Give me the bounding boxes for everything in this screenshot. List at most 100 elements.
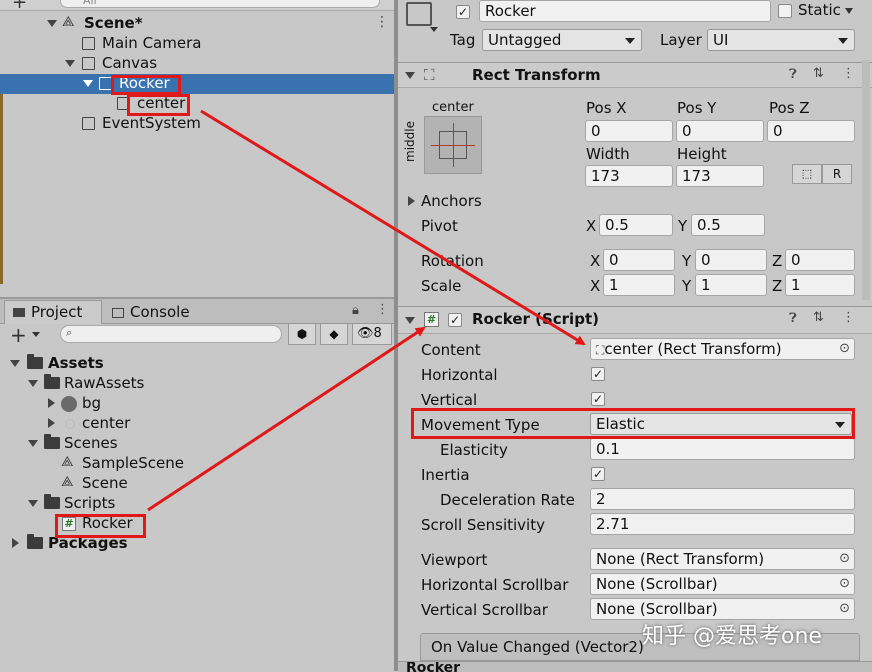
deceleration-field[interactable]: 2 [590, 488, 855, 510]
bg-expand-icon[interactable] [48, 398, 55, 408]
pivot-label: Pivot [421, 217, 458, 235]
preset-icon[interactable]: ⇅ [813, 310, 824, 325]
anchors-label[interactable]: Anchors [421, 192, 482, 210]
scale-label: Scale [421, 277, 462, 295]
scene-label[interactable]: Scene* [84, 14, 143, 32]
rect-transform-header[interactable] [398, 62, 872, 88]
viewport-field[interactable]: None (Rect Transform) ⊙ [590, 548, 855, 570]
active-checkbox[interactable]: ✓ [456, 5, 470, 19]
object-picker-icon[interactable]: ⊙ [839, 339, 850, 359]
add-icon[interactable]: + [12, 0, 27, 13]
content-field[interactable]: ⛶center (Rect Transform) ⊙ [590, 338, 855, 360]
posy-field[interactable]: 0 [676, 120, 764, 142]
hierarchy-search-input[interactable]: All [60, 0, 380, 8]
annotation-box-center-hierarchy [127, 94, 190, 116]
rect-expand-icon[interactable] [405, 72, 415, 79]
rawassets-expand-icon[interactable] [28, 380, 38, 387]
project-add-dropdown-icon[interactable] [32, 332, 40, 337]
blueprint-mode-button[interactable]: ⬚ [792, 164, 822, 184]
component-menu-icon[interactable]: ⋮ [842, 66, 855, 81]
assets-expand-icon[interactable] [10, 360, 20, 367]
scripts-expand-icon[interactable] [28, 500, 38, 507]
vertical-checkbox[interactable]: ✓ [591, 392, 605, 406]
unity-scene-icon: ⟁ [62, 14, 75, 30]
raw-edit-button[interactable]: R [822, 164, 852, 184]
tab-project-label: Project [31, 303, 83, 321]
component-menu-icon[interactable]: ⋮ [842, 310, 855, 325]
scroll-sensitivity-field[interactable]: 2.71 [590, 513, 855, 535]
filter-label-button[interactable]: ◆ [320, 323, 348, 345]
script-enabled-checkbox[interactable]: ✓ [448, 313, 462, 327]
static-dropdown-icon[interactable] [845, 8, 853, 14]
tree-bg[interactable]: bg [82, 394, 101, 412]
help-icon[interactable]: ❓︎ [789, 311, 797, 326]
scene-expand-icon[interactable] [47, 20, 57, 27]
inertia-checkbox[interactable]: ✓ [591, 467, 605, 481]
pivot-x-field[interactable]: 0.5 [599, 214, 673, 236]
scene-menu-icon[interactable]: ⋮ [375, 14, 389, 30]
horizontal-scrollbar-field[interactable]: None (Scrollbar) ⊙ [590, 573, 855, 595]
filter-type-button[interactable]: ⬢ [288, 323, 316, 345]
scale-y-label: Y [682, 277, 692, 295]
gameobject-cube-icon [82, 57, 95, 70]
object-picker-icon[interactable]: ⊙ [839, 549, 850, 569]
script-header[interactable] [398, 306, 872, 334]
scale-z-field[interactable]: 1 [785, 274, 855, 296]
rot-x-field[interactable]: 0 [603, 249, 675, 271]
posz-field[interactable]: 0 [767, 120, 855, 142]
tree-rawassets[interactable]: RawAssets [64, 374, 144, 392]
width-field[interactable]: 173 [585, 165, 673, 187]
scale-y-field[interactable]: 1 [695, 274, 767, 296]
tab-console[interactable]: Console [112, 302, 190, 324]
scale-x-field[interactable]: 1 [603, 274, 675, 296]
object-picker-icon[interactable]: ⊙ [839, 574, 850, 594]
packages-expand-icon[interactable] [12, 538, 19, 548]
tree-scene[interactable]: Scene [82, 474, 128, 492]
folder-icon [27, 534, 43, 549]
vertical-scrollbar-value: None (Scrollbar) [596, 600, 718, 618]
tree-assets[interactable]: Assets [48, 354, 104, 372]
rot-y-field[interactable]: 0 [695, 249, 767, 271]
content-value: center (Rect Transform) [604, 340, 782, 358]
rocker-expand-icon[interactable] [83, 80, 93, 87]
hierarchy-item-main-camera[interactable]: Main Camera [102, 34, 201, 52]
hierarchy-selection-row[interactable] [0, 74, 394, 94]
center-expand-icon[interactable] [48, 418, 55, 428]
tree-scenes[interactable]: Scenes [64, 434, 118, 452]
height-field[interactable]: 173 [676, 165, 764, 187]
vertical-scrollbar-field[interactable]: None (Scrollbar) ⊙ [590, 598, 855, 620]
gameobject-cube-icon [82, 117, 95, 130]
anchors-expand-icon[interactable] [408, 196, 415, 206]
lock-icon[interactable]: 🔒︎ [352, 303, 359, 318]
tab-project[interactable]: Project [4, 300, 102, 324]
hierarchy-item-eventsystem[interactable]: EventSystem [102, 114, 201, 132]
tree-samplescene[interactable]: SampleScene [82, 454, 184, 472]
posx-field[interactable]: 0 [585, 120, 673, 142]
object-picker-icon[interactable]: ⊙ [839, 599, 850, 619]
viewport-label: Viewport [421, 551, 488, 569]
project-add-icon[interactable]: + [10, 323, 27, 347]
watermark-text: 知乎 @爱思考one [642, 624, 822, 649]
tree-center[interactable]: center [82, 414, 130, 432]
rot-z-field[interactable]: 0 [785, 249, 855, 271]
preset-icon[interactable]: ⇅ [813, 66, 824, 81]
script-expand-icon[interactable] [405, 317, 415, 324]
anchor-preset-button[interactable] [424, 116, 482, 174]
project-search-input[interactable] [60, 325, 282, 343]
canvas-expand-icon[interactable] [65, 60, 75, 67]
tag-dropdown[interactable]: Untagged [482, 29, 642, 51]
tree-scripts[interactable]: Scripts [64, 494, 115, 512]
help-icon[interactable]: ❓︎ [789, 67, 797, 82]
hierarchy-item-canvas[interactable]: Canvas [102, 54, 157, 72]
icon-dropdown-icon[interactable] [430, 27, 438, 32]
inspector-scrollbar[interactable] [862, 60, 870, 300]
horizontal-checkbox[interactable]: ✓ [591, 367, 605, 381]
static-checkbox[interactable] [778, 4, 792, 18]
scenes-expand-icon[interactable] [28, 440, 38, 447]
pivot-y-field[interactable]: 0.5 [691, 214, 765, 236]
elasticity-field[interactable]: 0.1 [590, 438, 855, 460]
panel-menu-icon[interactable]: ⋮ [376, 302, 389, 317]
layer-dropdown[interactable]: UI [707, 29, 855, 51]
hidden-packages-button[interactable]: 👁︎8 [352, 323, 392, 345]
object-name-field[interactable]: Rocker [479, 0, 771, 22]
